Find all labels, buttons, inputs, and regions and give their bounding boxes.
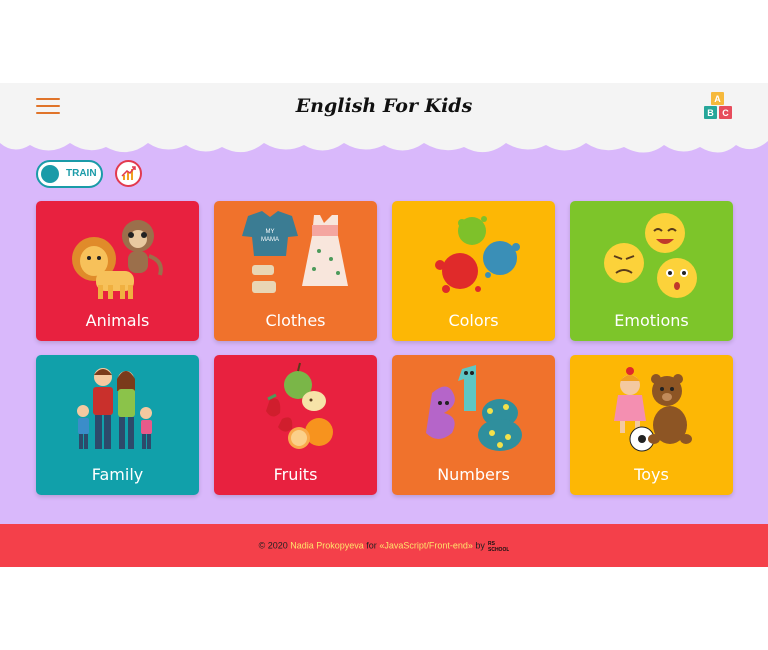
logo-letter-b: B — [707, 108, 714, 118]
footer-copyright: © 2020 — [258, 540, 288, 551]
card-fruits[interactable]: Fruits — [214, 355, 377, 495]
school-logo-link[interactable]: RS SCHOOL — [487, 540, 509, 553]
toggle-knob — [41, 165, 59, 183]
footer-author-link[interactable]: Nadia Prokopyeva — [290, 540, 364, 550]
footer-by-text: by — [475, 540, 485, 551]
card-label: Family — [91, 465, 144, 484]
numbers-icon — [426, 365, 522, 451]
svg-text:MAMA: MAMA — [261, 237, 279, 243]
card-label: Fruits — [273, 465, 318, 484]
card-label: Emotions — [614, 311, 689, 330]
svg-text:MY: MY — [266, 229, 275, 235]
card-numbers[interactable]: Numbers — [392, 355, 555, 495]
card-label: Numbers — [437, 465, 510, 484]
footer-course-link[interactable]: «JavaScript/Front-end» — [379, 540, 473, 550]
colors-icon — [435, 216, 520, 293]
rs-school-logo-icon: RS SCHOOL — [488, 541, 509, 553]
logo-letter-a: A — [714, 94, 721, 104]
mode-toggle-label: TRAIN — [66, 168, 97, 179]
app-frame: English For Kids A B C TRAIN Animals MY … — [0, 83, 768, 567]
card-family[interactable]: Family — [36, 355, 199, 495]
svg-text:SCHOOL: SCHOOL — [488, 547, 509, 552]
family-icon — [77, 368, 152, 449]
fruits-icon — [266, 362, 333, 449]
card-animals[interactable]: Animals — [36, 201, 199, 341]
category-grid: Animals MY MAMA Clothes Colors Emotions … — [36, 201, 733, 495]
card-colors[interactable]: Colors — [392, 201, 555, 341]
card-clothes[interactable]: MY MAMA Clothes — [214, 201, 377, 341]
card-emotions[interactable]: Emotions — [570, 201, 733, 341]
card-label: Animals — [85, 311, 150, 330]
footer-credits: © 2020 Nadia Prokopyeva for «JavaScript/… — [0, 540, 768, 553]
animals-icon — [72, 220, 163, 299]
mode-toggle[interactable]: TRAIN — [36, 160, 103, 188]
abc-blocks-icon: A B C — [704, 92, 732, 119]
card-label: Clothes — [265, 311, 326, 330]
footer-for-text: for — [366, 540, 377, 551]
card-label: Colors — [448, 311, 499, 330]
emotions-icon — [604, 213, 697, 298]
card-toys[interactable]: Toys — [570, 355, 733, 495]
chart-icon — [121, 166, 136, 180]
cloud-border — [0, 133, 768, 153]
toys-icon — [614, 367, 692, 452]
footer: © 2020 Nadia Prokopyeva for «JavaScript/… — [0, 524, 768, 567]
page-title: English For Kids — [295, 95, 473, 117]
stats-button[interactable] — [115, 160, 142, 187]
logo-letter-c: C — [722, 108, 729, 118]
card-label: Toys — [634, 465, 669, 484]
clothes-icon: MY MAMA — [242, 211, 348, 293]
